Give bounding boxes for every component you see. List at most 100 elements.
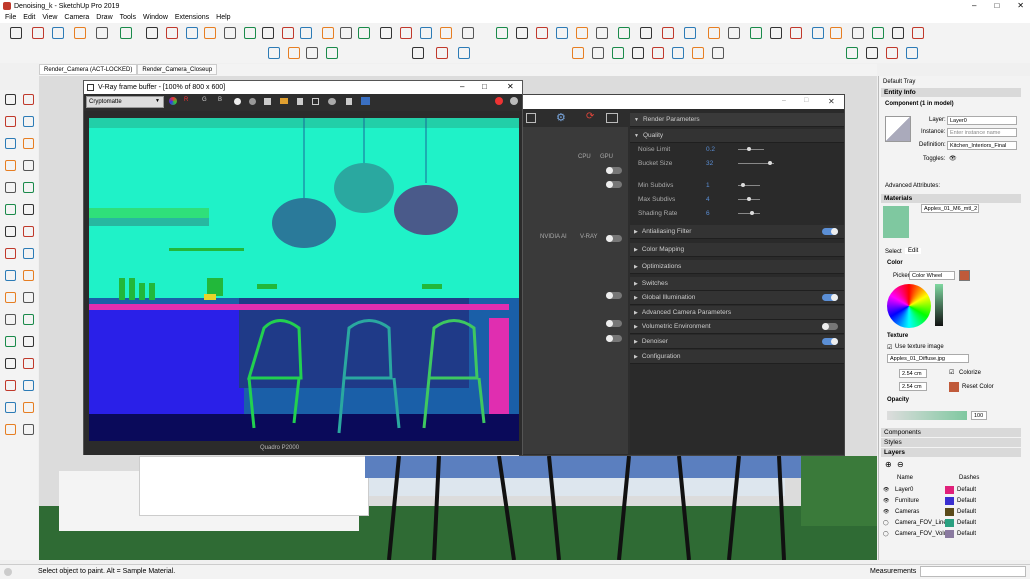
quality-row-value[interactable]: 6 [706, 210, 710, 217]
toolbar-tool-icon[interactable] [420, 27, 432, 39]
section-row[interactable]: ▶ Denoiser [630, 335, 844, 349]
toolbar-tool-icon[interactable] [120, 27, 132, 39]
toolbar-tool-icon[interactable] [340, 27, 352, 39]
toolbar-tool-icon[interactable] [186, 27, 198, 39]
quality-row[interactable]: Max Subdivs 4 [638, 193, 838, 206]
left-toggle-2[interactable] [606, 181, 622, 188]
toolbar-tool-icon[interactable] [262, 27, 274, 39]
section-toggle[interactable] [822, 323, 838, 330]
quality-header[interactable]: ▼ Quality [630, 129, 844, 143]
layer-color-swatch[interactable] [945, 530, 954, 538]
menu-edit[interactable]: Edit [23, 14, 35, 21]
toolbar-tool-icon[interactable] [10, 27, 22, 39]
eye-icon[interactable]: 👁 [883, 487, 889, 493]
toolbar-tool-icon[interactable] [692, 47, 704, 59]
toolbar-tool-icon[interactable] [516, 27, 528, 39]
rgb-color-icon[interactable] [169, 97, 177, 105]
toolbar-tool-icon[interactable] [244, 27, 256, 39]
quality-row[interactable]: Shading Rate 6 [638, 207, 838, 220]
toolbar-tool-icon[interactable] [440, 27, 452, 39]
close-button[interactable]: ✕ [1017, 1, 1024, 10]
folder-icon[interactable] [280, 98, 288, 104]
minimize-button[interactable]: – [972, 1, 976, 10]
opacity-slider[interactable] [887, 411, 967, 420]
left-tool-icon[interactable] [5, 358, 16, 369]
layer-dashes[interactable]: Default [957, 531, 976, 537]
region-icon[interactable] [312, 98, 319, 105]
menu-tools[interactable]: Tools [120, 14, 136, 21]
left-tool-icon[interactable] [5, 314, 16, 325]
left-tool-icon[interactable] [5, 424, 16, 435]
left-tool-icon[interactable] [5, 182, 16, 193]
left-tool-icon[interactable] [5, 380, 16, 391]
measurements-input[interactable] [920, 566, 1026, 577]
quality-row[interactable]: Min Subdivs 1 [638, 179, 838, 192]
section-row[interactable]: ▶ Advanced Camera Parameters [630, 306, 844, 320]
toolbar-tool-icon[interactable] [462, 27, 474, 39]
quality-slider[interactable] [738, 149, 764, 150]
toolbar-tool-icon[interactable] [830, 27, 842, 39]
hidden-eye-icon[interactable]: ◯ [883, 531, 889, 537]
section-row[interactable]: ▶ Color Mapping [630, 243, 844, 257]
section-toggle[interactable] [822, 228, 838, 235]
quality-slider[interactable] [738, 213, 760, 214]
toolbar-tool-icon[interactable] [536, 27, 548, 39]
left-tool-icon[interactable] [23, 380, 34, 391]
menu-file[interactable]: File [5, 14, 16, 21]
toolbar-tool-icon[interactable] [204, 27, 216, 39]
left-tool-icon[interactable] [23, 138, 34, 149]
left-tool-icon[interactable] [23, 116, 34, 127]
toolbar-tool-icon[interactable] [412, 47, 424, 59]
layer-dashes[interactable]: Default [957, 498, 976, 504]
definition-input[interactable]: Kitchen_Interiors_Final [947, 141, 1017, 150]
channel-g-button[interactable]: G [202, 97, 207, 103]
hidden-eye-icon[interactable]: ◯ [883, 520, 889, 526]
toolbar-tool-icon[interactable] [282, 27, 294, 39]
toolbar-tool-icon[interactable] [572, 47, 584, 59]
toolbar-tool-icon[interactable] [906, 47, 918, 59]
texture-height-input[interactable]: 2.54 cm [899, 382, 927, 391]
edit-tab[interactable]: Edit [905, 248, 922, 254]
left-tool-icon[interactable] [23, 358, 34, 369]
toolbar-tool-icon[interactable] [770, 27, 782, 39]
left-tool-icon[interactable] [23, 94, 34, 105]
toolbar-tool-icon[interactable] [32, 27, 44, 39]
left-tool-icon[interactable] [23, 292, 34, 303]
white-circle-icon[interactable] [234, 98, 241, 105]
toolbar-tool-icon[interactable] [400, 27, 412, 39]
quality-row[interactable]: Bucket Size 32 [638, 157, 838, 170]
menu-view[interactable]: View [42, 14, 57, 21]
channel-r-button[interactable]: R [184, 97, 188, 103]
toolbar-tool-icon[interactable] [618, 27, 630, 39]
reset-color-button[interactable]: Reset Color [962, 384, 994, 390]
quality-row-value[interactable]: 4 [706, 196, 710, 203]
left-tool-icon[interactable] [5, 160, 16, 171]
layers-header[interactable]: Layers [881, 448, 1021, 457]
menu-window[interactable]: Window [143, 14, 168, 21]
left-tool-icon[interactable] [5, 116, 16, 127]
toolbar-tool-icon[interactable] [846, 47, 858, 59]
vfb-close-button[interactable]: ✕ [507, 82, 514, 91]
toolbar-tool-icon[interactable] [300, 27, 312, 39]
toolbar-tool-icon[interactable] [146, 27, 158, 39]
camera-icon[interactable] [361, 97, 370, 105]
toolbar-tool-icon[interactable] [912, 27, 924, 39]
toolbar-tool-icon[interactable] [358, 27, 370, 39]
toolbar-tool-icon[interactable] [892, 27, 904, 39]
toolbar-tool-icon[interactable] [288, 47, 300, 59]
toolbar-tool-icon[interactable] [852, 27, 864, 39]
entity-info-header[interactable]: Entity Info [881, 88, 1021, 97]
toolbar-tool-icon[interactable] [576, 27, 588, 39]
render-image[interactable] [89, 118, 519, 441]
left-tool-icon[interactable] [23, 270, 34, 281]
left-toggle-1[interactable] [606, 167, 622, 174]
material-name-input[interactable]: Apples_01_M6_mtl_2 [921, 204, 979, 213]
left-tool-icon[interactable] [23, 314, 34, 325]
cup-icon[interactable] [346, 98, 352, 105]
texture-file-input[interactable]: Apples_01_Diffuse.jpg [887, 354, 969, 363]
toolbar-tool-icon[interactable] [74, 27, 86, 39]
toolbar-tool-icon[interactable] [640, 27, 652, 39]
toolbar-tool-icon[interactable] [790, 27, 802, 39]
toolbar-tool-icon[interactable] [812, 27, 824, 39]
section-row[interactable]: ▶ Global Illumination [630, 291, 844, 305]
